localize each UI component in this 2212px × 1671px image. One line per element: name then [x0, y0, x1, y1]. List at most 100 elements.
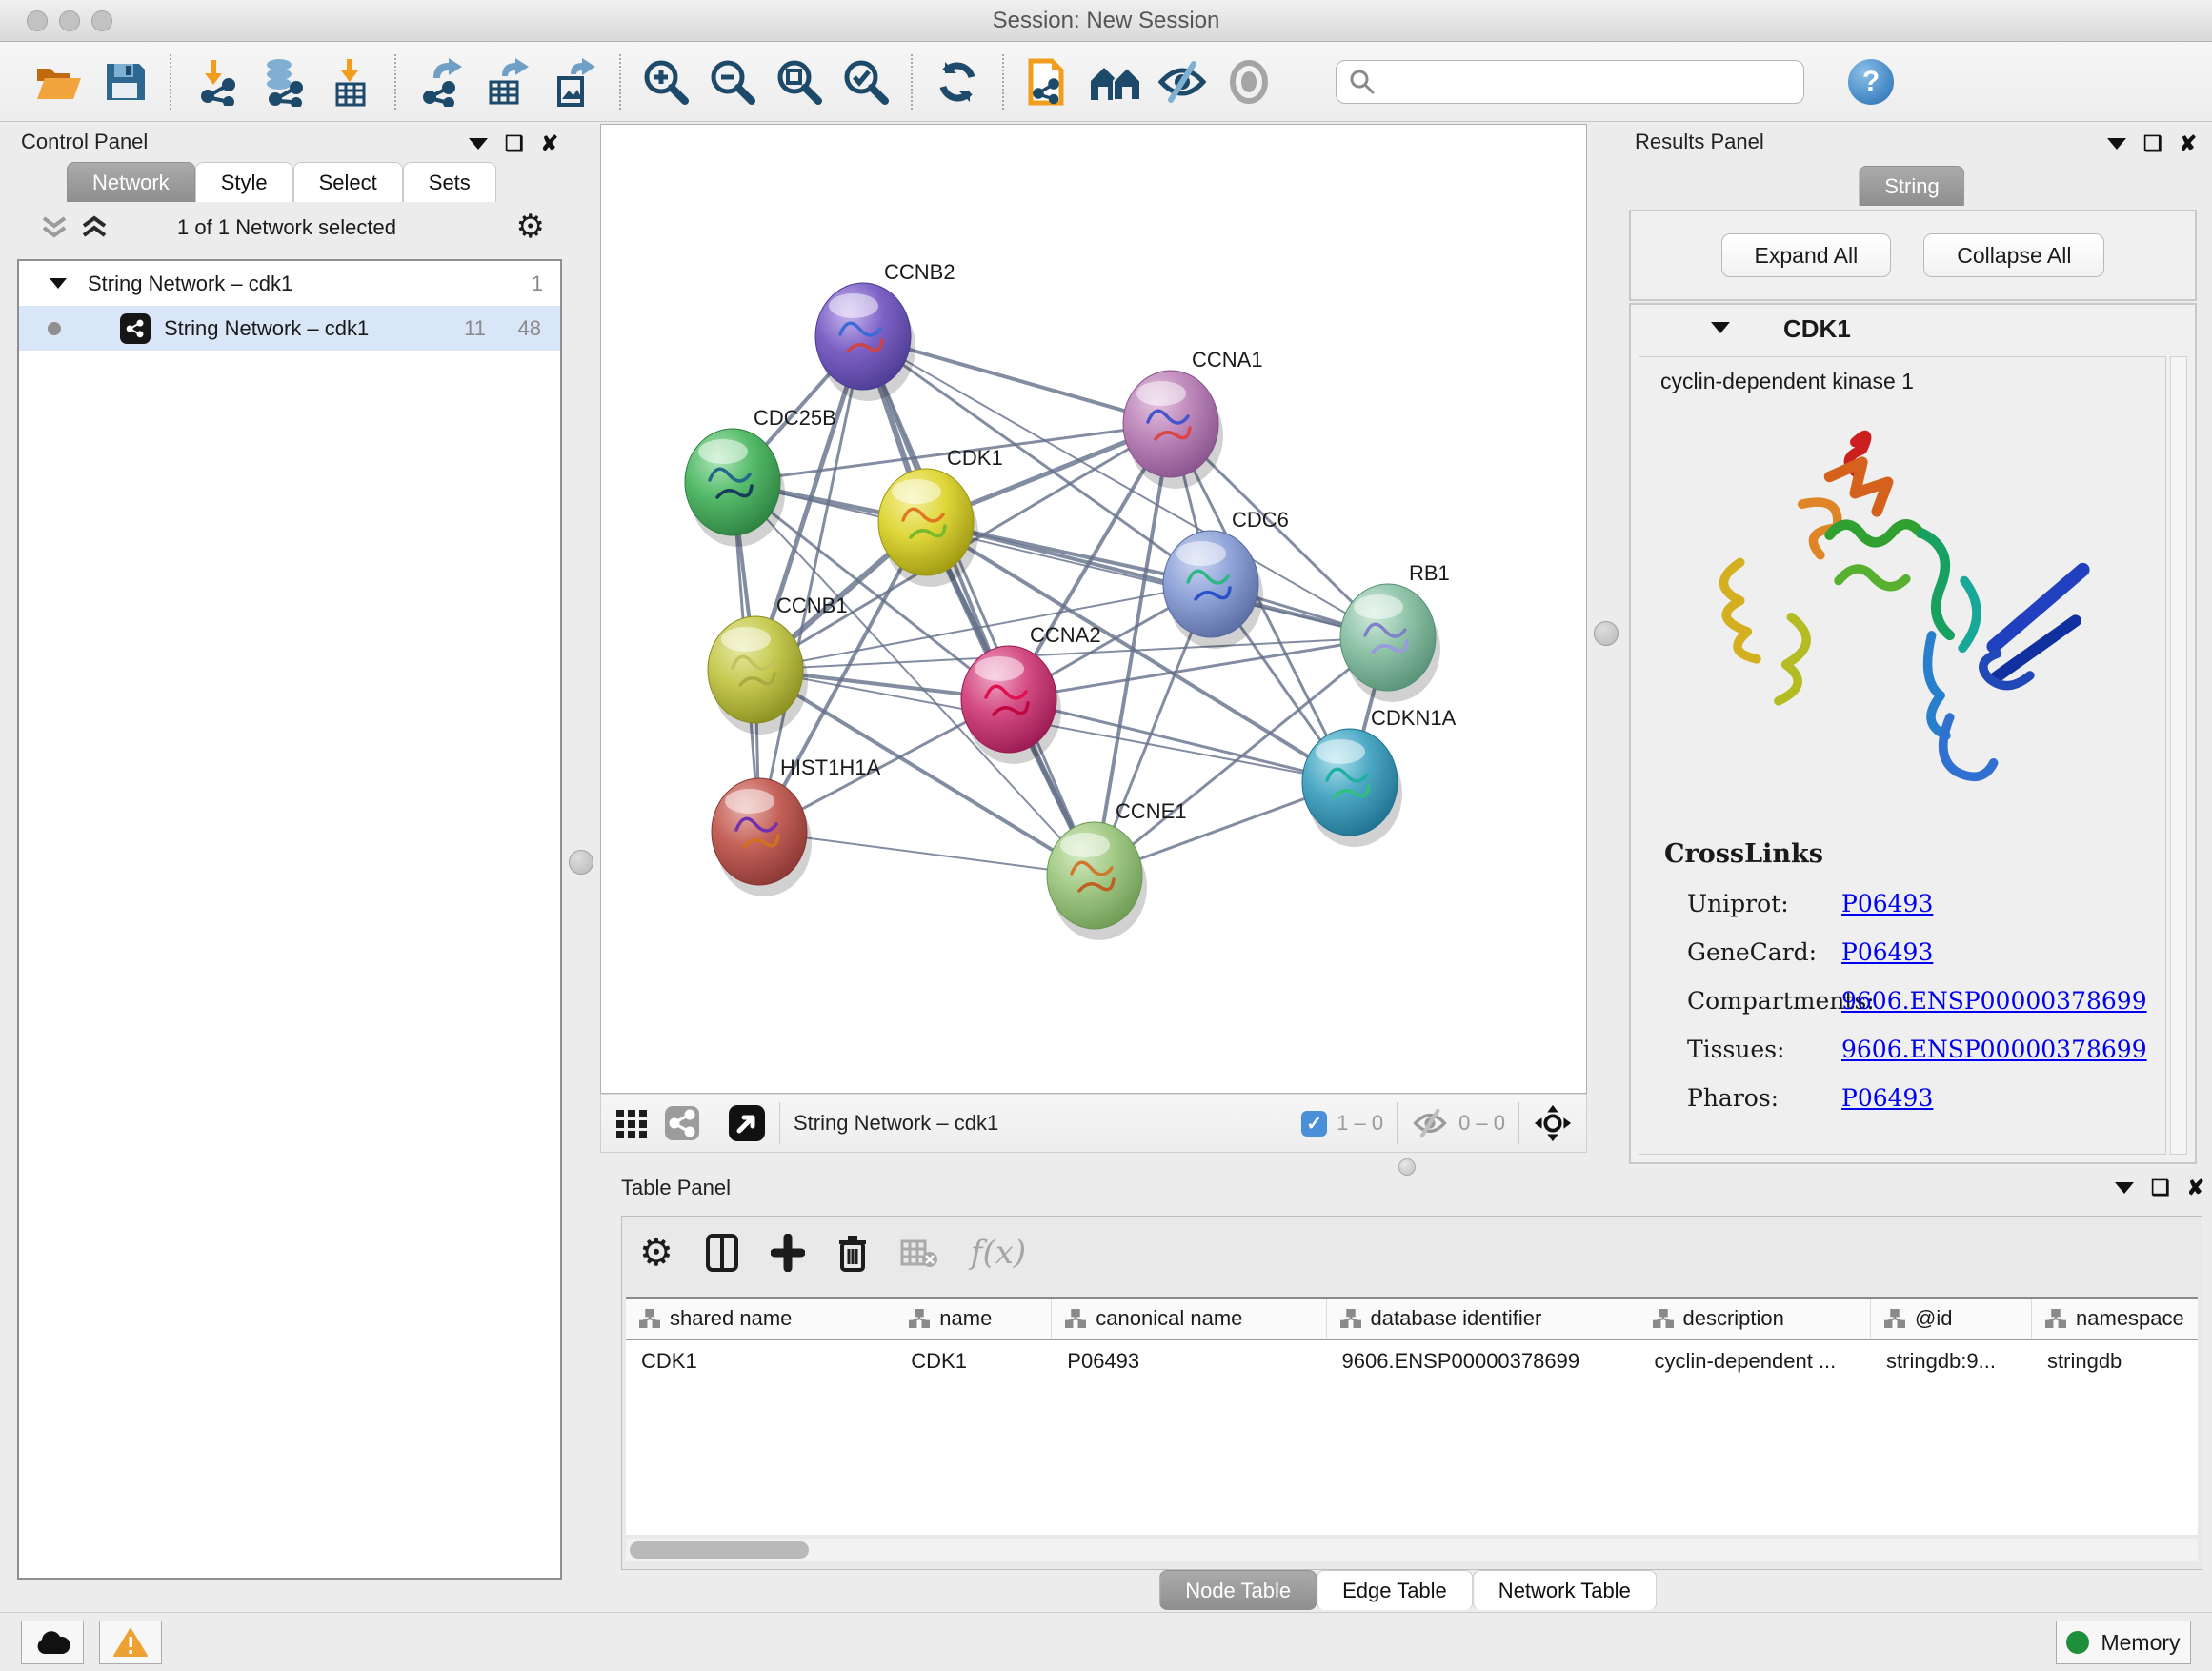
- application-window: Session: New Session: [0, 0, 2212, 1671]
- table-cell[interactable]: stringdb: [2032, 1340, 2198, 1382]
- memory-button[interactable]: Memory: [2056, 1621, 2191, 1664]
- zoom-fit-button[interactable]: [772, 54, 827, 110]
- import-table-file-button[interactable]: [322, 54, 377, 110]
- panel-menu-icon[interactable]: [2107, 138, 2126, 150]
- create-column-plus-icon[interactable]: [771, 1234, 805, 1272]
- pan-crosshair-icon[interactable]: [1533, 1103, 1573, 1143]
- left-splitter-handle[interactable]: [569, 850, 593, 875]
- panel-menu-icon[interactable]: [469, 138, 488, 150]
- tab-sets[interactable]: Sets: [403, 162, 496, 202]
- right-splitter-handle[interactable]: [1594, 621, 1619, 646]
- tab-network[interactable]: Network: [67, 162, 195, 202]
- column-header[interactable]: description: [1639, 1299, 1872, 1340]
- crosslink-link[interactable]: 9606.ENSP00000378699: [1841, 987, 2147, 1015]
- tab-string[interactable]: String: [1859, 166, 1964, 206]
- table-panel-title: Table Panel: [621, 1176, 731, 1200]
- warning-status-button[interactable]: [99, 1621, 162, 1664]
- collapse-all-button[interactable]: Collapse All: [1923, 233, 2104, 277]
- table-cell[interactable]: P06493: [1052, 1340, 1326, 1382]
- gene-symbol: CDK1: [1783, 314, 1851, 344]
- crosslink-link[interactable]: 9606.ENSP00000378699: [1841, 1036, 2147, 1063]
- gene-detail-card: cyclin-dependent kinase 1: [1639, 356, 2166, 1155]
- crosslink-link[interactable]: P06493: [1841, 1084, 1933, 1112]
- node-CCNB2[interactable]: CCNB2: [815, 260, 955, 401]
- node-HIST1H1A[interactable]: HIST1H1A: [712, 755, 880, 896]
- scrollbar-thumb[interactable]: [630, 1541, 809, 1559]
- column-header[interactable]: @id: [1871, 1299, 2032, 1340]
- float-panel-icon[interactable]: ❑: [505, 131, 524, 156]
- import-network-database-button[interactable]: [255, 54, 311, 110]
- open-in-browser-button[interactable]: [1021, 54, 1076, 110]
- tab-node-table[interactable]: Node Table: [1159, 1570, 1317, 1610]
- float-panel-icon[interactable]: ❑: [2151, 1176, 2170, 1200]
- column-header[interactable]: shared name: [626, 1299, 895, 1340]
- edge-CDK1-RB1[interactable]: [926, 522, 1388, 637]
- search-input[interactable]: [1377, 70, 1777, 94]
- help-button[interactable]: ?: [1848, 59, 1894, 105]
- table-cell[interactable]: 9606.ENSP00000378699: [1327, 1340, 1639, 1382]
- table-cell[interactable]: stringdb:9...: [1871, 1340, 2032, 1382]
- network-collection-row[interactable]: String Network – cdk1 1: [19, 261, 560, 306]
- node-CDC6[interactable]: CDC6: [1163, 508, 1289, 649]
- node-CDKN1A[interactable]: CDKN1A: [1302, 706, 1457, 847]
- network-view-canvas[interactable]: CCNB2CCNA1CDC25BCDK1CDC6RB1CCNB1CCNA2CDK…: [600, 124, 1587, 1094]
- node-CDK1[interactable]: CDK1: [878, 446, 1003, 587]
- column-header[interactable]: namespace: [2032, 1299, 2198, 1340]
- zoom-out-button[interactable]: [705, 54, 760, 110]
- save-session-button[interactable]: [97, 54, 152, 110]
- network-row-selected[interactable]: String Network – cdk1 11 48: [19, 306, 560, 351]
- tab-edge-table[interactable]: Edge Table: [1317, 1570, 1473, 1610]
- crosslink-link[interactable]: P06493: [1841, 890, 1933, 917]
- export-network-button[interactable]: [413, 54, 469, 110]
- first-neighbors-button[interactable]: [1088, 54, 1143, 110]
- table-row[interactable]: CDK1 CDK1 P06493 9606.ENSP00000378699 cy…: [626, 1340, 2198, 1382]
- table-cell[interactable]: cyclin-dependent ...: [1639, 1340, 1872, 1382]
- column-header[interactable]: name: [895, 1299, 1052, 1340]
- close-panel-icon[interactable]: ✘: [541, 131, 558, 156]
- results-scrollbar[interactable]: [2170, 356, 2187, 1155]
- network-options-gear-icon[interactable]: ⚙: [516, 208, 545, 246]
- tab-style[interactable]: Style: [195, 162, 293, 202]
- memory-status-dot: [2066, 1631, 2089, 1654]
- gene-section-collapse-icon[interactable]: [1711, 322, 1730, 333]
- column-header[interactable]: database identifier: [1327, 1299, 1639, 1340]
- expand-all-button[interactable]: Expand All: [1721, 233, 1892, 277]
- show-columns-icon[interactable]: [706, 1234, 738, 1272]
- hide-selected-button[interactable]: [1155, 54, 1210, 110]
- refresh-view-button[interactable]: [930, 54, 985, 110]
- search-field[interactable]: [1336, 60, 1804, 104]
- close-panel-icon[interactable]: ✘: [2180, 131, 2197, 156]
- detach-view-icon[interactable]: [728, 1104, 766, 1142]
- cloud-status-button[interactable]: [21, 1621, 84, 1664]
- zoom-in-button[interactable]: [638, 54, 694, 110]
- table-horizontal-scrollbar[interactable]: [626, 1539, 2198, 1561]
- network-view-mode-icon[interactable]: [664, 1105, 700, 1141]
- network-collection-list: String Network – cdk1 1 String Network –…: [17, 259, 562, 1580]
- table-cell[interactable]: CDK1: [895, 1340, 1052, 1382]
- selected-checkbox[interactable]: ✓: [1301, 1111, 1327, 1137]
- open-session-button[interactable]: [30, 54, 86, 110]
- tab-select[interactable]: Select: [293, 162, 403, 202]
- tab-network-table[interactable]: Network Table: [1473, 1570, 1657, 1610]
- export-table-button[interactable]: [480, 54, 535, 110]
- table-options-gear-icon[interactable]: ⚙: [639, 1231, 674, 1275]
- network-label: String Network – cdk1: [164, 316, 369, 341]
- table-cell[interactable]: CDK1: [626, 1340, 895, 1382]
- grid-view-icon[interactable]: [614, 1106, 649, 1140]
- close-panel-icon[interactable]: ✘: [2187, 1176, 2204, 1200]
- import-network-file-button[interactable]: [189, 54, 244, 110]
- column-header[interactable]: canonical name: [1052, 1299, 1326, 1340]
- show-all-button[interactable]: [1221, 54, 1277, 110]
- results-panel-title: Results Panel: [1635, 130, 1764, 154]
- delete-column-trash-icon[interactable]: [837, 1234, 868, 1272]
- panel-menu-icon[interactable]: [2115, 1182, 2134, 1194]
- node-CDC25B[interactable]: CDC25B: [685, 406, 836, 547]
- crosslink-link[interactable]: P06493: [1841, 938, 1933, 966]
- collection-expand-icon[interactable]: [50, 278, 67, 289]
- node-CCNA1[interactable]: CCNA1: [1123, 348, 1263, 489]
- float-panel-icon[interactable]: ❑: [2143, 131, 2162, 156]
- toolbar-separator: [394, 54, 396, 110]
- export-image-button[interactable]: [547, 54, 602, 110]
- node-RB1[interactable]: RB1: [1340, 561, 1450, 702]
- zoom-selected-button[interactable]: [838, 54, 894, 110]
